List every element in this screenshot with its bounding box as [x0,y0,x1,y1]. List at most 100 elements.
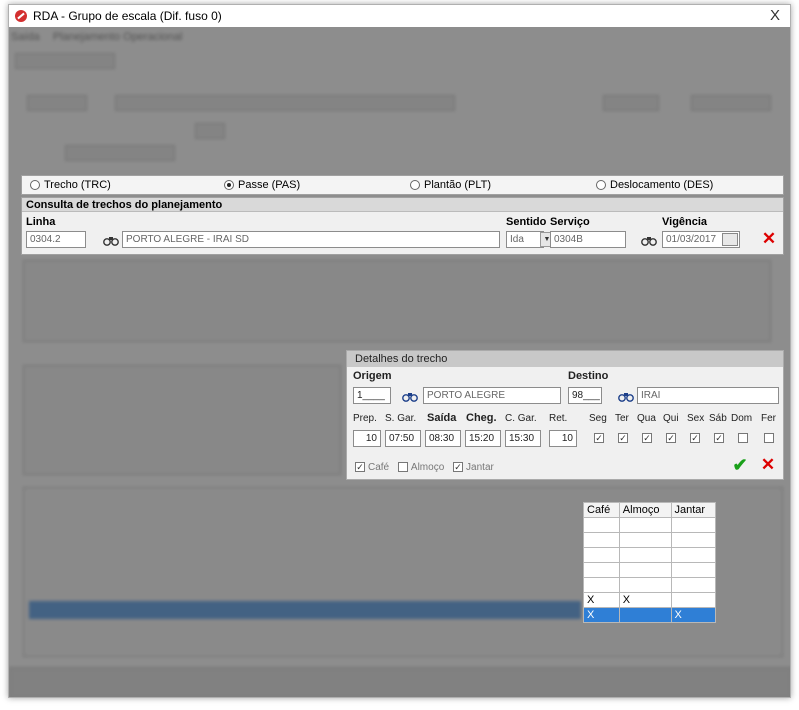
meal-col-jantar: Jantar [670,502,716,518]
meal-label: Café [368,462,390,473]
vigencia-label: Vigência [662,216,708,228]
table-cell [618,607,672,623]
menu-bar: Saída Planejamento Operacional [9,31,192,47]
origem-search-icon[interactable] [401,388,419,404]
table-cell [583,547,620,563]
day-checkbox-qui[interactable]: ✓ [666,433,676,443]
sentido-label: Sentido [506,216,547,228]
linha-label: Linha [26,216,56,228]
background-field [27,95,87,111]
radio-dot [30,180,40,190]
day-checkbox-ter[interactable]: ✓ [618,433,628,443]
table-cell: X [583,592,620,608]
servico-search-icon[interactable] [640,232,658,248]
table-cell [670,562,716,578]
meal-checkbox-almoco[interactable] [397,462,408,473]
day-label-qua: Qua [637,413,656,424]
meals-row: ✓ Café Almoço ✓ Jantar [355,462,500,473]
sgar-label: S. Gar. [385,413,417,424]
table-cell [618,547,672,563]
prep-input[interactable]: 10 [353,430,381,447]
meal-table: Café Almoço Jantar XX XX [583,502,716,623]
consulta-panel: Consulta de trechos do planejamento Linh… [21,197,784,255]
cheg-label: Cheg. [466,412,497,424]
meal-almoco[interactable]: Almoço [397,462,444,473]
table-cell [670,547,716,563]
table-row[interactable] [583,562,716,578]
day-checkbox-seg[interactable]: ✓ [594,433,604,443]
clear-consulta-icon[interactable]: ✕ [760,229,778,248]
menu-item-planejamento[interactable]: Planejamento Operacional [53,31,183,43]
day-checkbox-qua[interactable]: ✓ [642,433,652,443]
saida-input[interactable]: 08:30 [425,430,461,447]
table-row[interactable] [583,532,716,548]
consulta-title: Consulta de trechos do planejamento [22,198,783,212]
servico-label: Serviço [550,216,590,228]
day-checkbox-sab[interactable]: ✓ [714,433,724,443]
meal-col-almoco: Almoço [618,502,672,518]
meal-table-header: Café Almoço Jantar [583,502,716,518]
background-field [195,123,225,139]
destino-search-icon[interactable] [617,388,635,404]
close-window-button[interactable]: X [770,7,780,24]
meal-checkbox-jantar[interactable]: ✓ [453,462,464,473]
table-cell: X [670,607,716,623]
close-icon[interactable]: ✕ [759,455,777,474]
table-cell [618,532,672,548]
details-title: Detalhes do trecho [347,351,783,367]
radio-plantao[interactable]: Plantão (PLT) [410,179,491,191]
radio-label: Deslocamento (DES) [610,179,714,191]
table-row[interactable] [583,517,716,533]
radio-label: Trecho (TRC) [44,179,111,191]
day-label-ter: Ter [615,413,629,424]
table-row[interactable] [583,547,716,563]
radio-deslocamento[interactable]: Deslocamento (DES) [596,179,713,191]
sentido-select[interactable]: Ida [506,231,544,248]
day-checkbox-dom[interactable] [738,433,748,443]
table-row-selected[interactable]: XX [583,607,716,623]
day-checkbox-sex[interactable]: ✓ [690,433,700,443]
meal-cafe[interactable]: ✓ Café [355,462,389,473]
table-cell [670,592,716,608]
calendar-icon[interactable] [722,233,738,246]
menu-item-saida[interactable]: Saída [11,31,40,43]
destino-name-field: IRAI [637,387,779,404]
linha-code-input[interactable]: 0304.2 [26,231,86,248]
table-row[interactable] [583,577,716,593]
app-icon [15,10,27,22]
background-field [691,95,771,111]
cgar-input[interactable]: 15:30 [505,430,541,447]
sgar-input[interactable]: 07:50 [385,430,421,447]
check-icon[interactable]: ✔ [731,455,749,475]
details-panel: Detalhes do trecho Origem 1____ PORTO AL… [346,350,784,480]
window-title: RDA - Grupo de escala (Dif. fuso 0) [33,9,222,23]
table-row[interactable]: XX [583,592,716,608]
background-field [65,145,175,161]
servico-input[interactable]: 0304B [550,231,626,248]
meal-checkbox-cafe[interactable]: ✓ [355,462,365,473]
radio-passe[interactable]: Passe (PAS) [224,179,300,191]
cheg-input[interactable]: 15:20 [465,430,501,447]
background-selected-row [29,601,581,619]
radio-dot [596,180,606,190]
day-checkbox-fer[interactable] [764,433,774,443]
day-label-seg: Seg [589,413,607,424]
destino-code-input[interactable]: 98___ [568,387,602,404]
table-cell [670,577,716,593]
linha-name-field: PORTO ALEGRE - IRAI SD [122,231,500,248]
radio-trecho[interactable]: Trecho (TRC) [30,179,111,191]
prep-label: Prep. [353,413,377,424]
day-label-qui: Qui [663,413,679,424]
day-label-dom: Dom [731,413,753,424]
cgar-label: C. Gar. [505,413,537,424]
meal-jantar[interactable]: ✓ Jantar [453,462,494,473]
linha-search-icon[interactable] [102,232,120,248]
ret-input[interactable]: 10 [549,430,577,447]
table-cell [618,562,672,578]
table-cell: X [618,592,672,608]
background-grid [23,260,771,342]
origem-code-input[interactable]: 1____ [353,387,391,404]
saida-label: Saída [427,412,457,424]
background-field [603,95,659,111]
table-cell [670,517,716,533]
